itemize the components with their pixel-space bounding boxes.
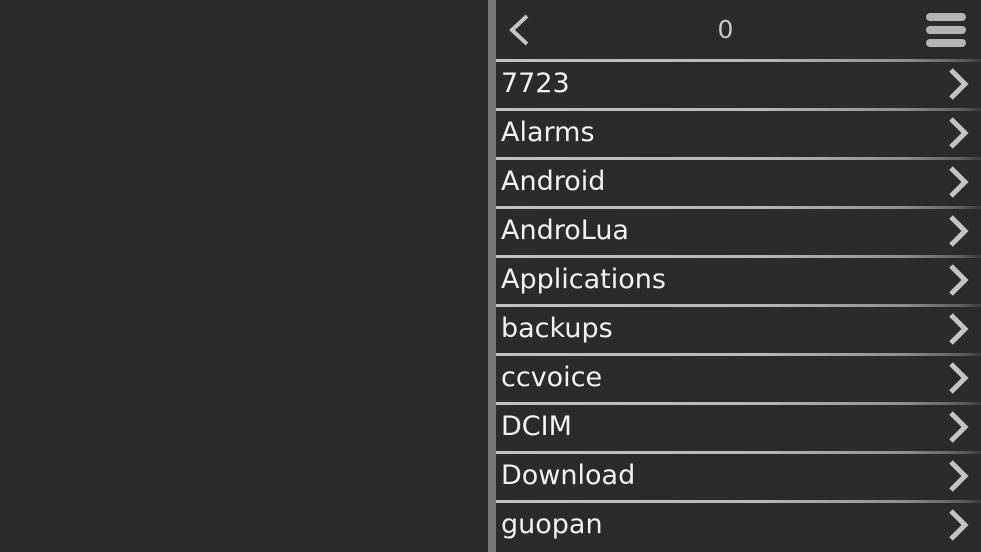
file-list: 7723 Alarms Android AndroLua Applications bac… [496, 59, 981, 549]
vertical-divider-rail[interactable] [488, 0, 496, 552]
list-item[interactable]: guopan [496, 500, 981, 549]
chevron-right-icon[interactable] [935, 500, 981, 549]
list-item[interactable]: DCIM [496, 402, 981, 451]
list-item[interactable]: Applications [496, 255, 981, 304]
screen: 0 7723 Alarms Android AndroLua Applications b… [0, 0, 981, 552]
hamburger-menu-icon-bar-2 [926, 25, 966, 34]
list-item-label: Download [501, 460, 636, 491]
chevron-right-icon[interactable] [935, 157, 981, 206]
titlebar: 0 [496, 0, 981, 59]
list-item-label: guopan [501, 509, 603, 540]
list-item[interactable]: Android [496, 157, 981, 206]
list-item[interactable]: AndroLua [496, 206, 981, 255]
list-item[interactable]: Alarms [496, 108, 981, 157]
list-item[interactable]: Download [496, 451, 981, 500]
list-item-label: 7723 [501, 68, 570, 99]
list-item-label: AndroLua [501, 215, 629, 246]
list-item-label: DCIM [501, 411, 572, 442]
chevron-right-icon[interactable] [935, 255, 981, 304]
list-item-label: Alarms [501, 117, 595, 148]
list-item[interactable]: ccvoice [496, 353, 981, 402]
file-browser-panel: 0 7723 Alarms Android AndroLua Applications b… [496, 0, 981, 552]
chevron-right-icon[interactable] [935, 206, 981, 255]
chevron-right-icon[interactable] [935, 402, 981, 451]
list-item-label: ccvoice [501, 362, 603, 393]
hamburger-menu-button[interactable] [919, 0, 981, 59]
hamburger-menu-icon-bar-3 [926, 38, 966, 47]
chevron-right-icon[interactable] [935, 59, 981, 108]
chevron-right-icon[interactable] [935, 353, 981, 402]
chevron-right-icon[interactable] [935, 451, 981, 500]
chevron-left-icon [507, 13, 533, 47]
hamburger-menu-icon-bar-1 [926, 12, 966, 21]
list-item-label: Android [501, 166, 606, 197]
page-title: 0 [717, 15, 734, 44]
list-item-label: backups [501, 313, 613, 344]
list-item[interactable]: backups [496, 304, 981, 353]
chevron-right-icon[interactable] [935, 304, 981, 353]
desktop-background [0, 0, 488, 552]
chevron-right-icon[interactable] [935, 108, 981, 157]
list-item-label: Applications [501, 264, 666, 295]
list-item[interactable]: 7723 [496, 59, 981, 108]
